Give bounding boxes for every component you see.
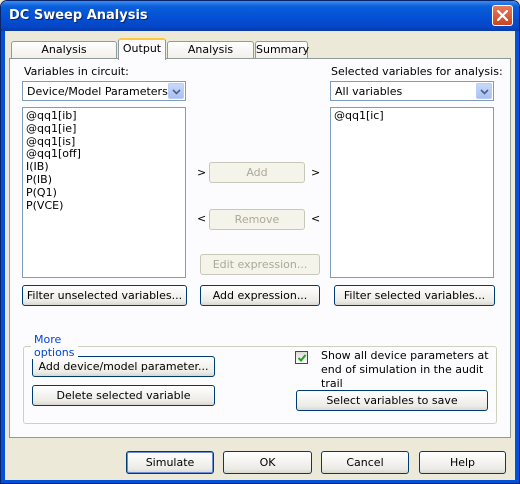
filter-unselected-variables-button[interactable]: Filter unselected variables... [22,285,187,306]
list-item[interactable]: @qq1[ic] [334,109,493,123]
window-frame-left [1,31,5,483]
chevron-down-icon [172,89,181,95]
close-button[interactable] [492,5,513,26]
help-button[interactable]: Help [419,451,506,474]
title-bar[interactable]: DC Sweep Analysis [1,1,519,31]
remove-arrow-left: < [197,212,207,225]
selected-variables-filter-select[interactable]: All variables [330,81,494,101]
dropdown-button[interactable] [476,83,492,99]
list-item[interactable]: P(IB) [26,173,185,187]
more-options-title: More options [31,333,78,359]
cancel-button[interactable]: Cancel [321,451,409,474]
list-item[interactable]: @qq1[off] [26,148,185,161]
filter-selected-variables-button[interactable]: Filter selected variables... [334,285,495,306]
tab-summary[interactable]: Summary [255,41,309,59]
selected-variables-filter-value: All variables [335,85,403,98]
circuit-variables-filter-select[interactable]: Device/Model Parameters [22,81,186,101]
variables-in-circuit-label: Variables in circuit: [24,65,129,78]
list-item[interactable]: P(Q1) [26,186,185,200]
simulate-button[interactable]: Simulate [126,451,214,474]
window-title: DC Sweep Analysis [9,8,148,23]
list-item[interactable]: P(VCE) [26,199,185,213]
remove-arrow-right: < [311,212,321,225]
add-arrow-right: > [311,166,321,179]
selected-variables-list[interactable]: @qq1[ic] [330,107,494,278]
tab-analysis-options[interactable]: Analysis options [167,41,254,72]
tab-analysis-parameters[interactable]: Analysis parameters [11,41,117,72]
select-variables-to-save-button[interactable]: Select variables to save [296,390,488,411]
selected-variables-label: Selected variables for analysis: [331,65,503,78]
dropdown-button[interactable] [168,83,184,99]
show-all-device-parameters-label: Show all device parameters at end of sim… [321,349,489,390]
list-item[interactable]: @qq1[ie] [26,122,185,136]
close-icon [497,10,508,21]
window-frame-right [515,31,519,483]
dialog-window: DC Sweep Analysis Analysis parameters Ou… [0,0,520,484]
window-frame-bottom [1,480,519,483]
list-item[interactable]: @qq1[ib] [26,109,185,123]
delete-selected-variable-button[interactable]: Delete selected variable [32,385,215,406]
show-all-device-parameters-checkbox[interactable] [295,351,308,364]
add-device-model-parameter-button[interactable]: Add device/model parameter... [32,356,215,377]
add-arrow-left: > [197,166,207,179]
edit-expression-button[interactable]: Edit expression... [200,254,320,275]
remove-button[interactable]: Remove [209,209,305,230]
ok-button[interactable]: OK [223,451,312,474]
tab-output[interactable]: Output [118,38,166,60]
add-expression-button[interactable]: Add expression... [200,285,320,306]
add-button[interactable]: Add [209,162,305,183]
circuit-variables-list[interactable]: @qq1[ib] @qq1[ie] @qq1[is] @qq1[off] I(I… [22,107,186,278]
chevron-down-icon [480,89,489,95]
checkmark-icon [297,354,307,362]
circuit-variables-filter-value: Device/Model Parameters [27,85,168,98]
